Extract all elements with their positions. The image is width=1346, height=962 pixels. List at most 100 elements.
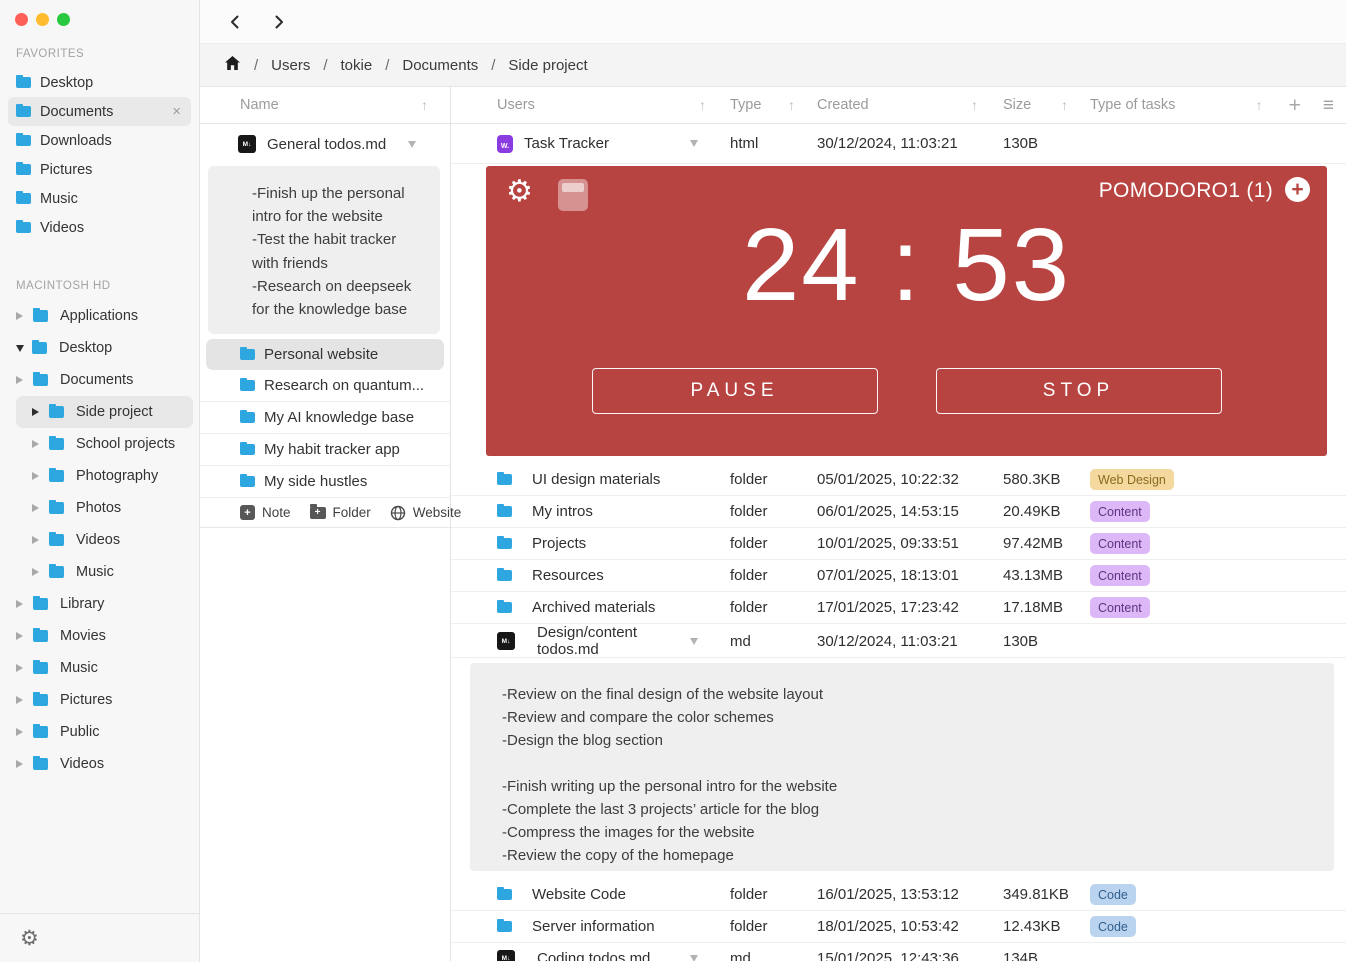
sidebar: FAVORITES Desktop Documents × Downloads … <box>0 0 200 962</box>
new-note-button[interactable]: + Note <box>240 505 291 520</box>
tree-item-public[interactable]: Public <box>0 716 199 748</box>
breadcrumb-item-tokie[interactable]: tokie <box>341 57 373 74</box>
minimize-window-button[interactable] <box>36 13 49 26</box>
tree-item-music-nested[interactable]: Music <box>0 556 199 588</box>
settings-gear-icon[interactable]: ⚙ <box>20 928 39 949</box>
pomodoro-add-button[interactable]: + <box>1285 177 1310 202</box>
row-name-label: My intros <box>532 503 593 520</box>
collapse-preview-icon[interactable] <box>690 140 698 147</box>
tree-item-label: Applications <box>60 308 138 324</box>
chevron-right-icon[interactable] <box>32 536 39 544</box>
table-row-my-intros[interactable]: My intros folder 06/01/2025, 14:53:15 20… <box>451 496 1346 528</box>
chevron-right-icon[interactable] <box>32 440 39 448</box>
table-row-resources[interactable]: Resources folder 07/01/2025, 18:13:01 43… <box>451 560 1346 592</box>
folder-icon <box>16 164 31 175</box>
folder-icon <box>33 662 48 674</box>
tree-item-pictures[interactable]: Pictures <box>0 684 199 716</box>
chevron-right-icon[interactable] <box>16 760 23 768</box>
chevron-right-icon[interactable] <box>16 696 23 704</box>
forward-button[interactable] <box>270 13 288 31</box>
list-item-my-ai-knowledge-base[interactable]: My AI knowledge base <box>200 402 450 434</box>
sort-ascending-icon[interactable]: ↑ <box>421 97 428 113</box>
table-row-website-code[interactable]: Website Code folder 16/01/2025, 13:53:12… <box>451 879 1346 911</box>
row-created: 06/01/2025, 14:53:15 <box>817 503 1003 520</box>
chevron-right-icon[interactable] <box>16 376 23 384</box>
chevron-right-icon[interactable] <box>16 728 23 736</box>
collapse-preview-icon[interactable] <box>690 638 698 645</box>
table-row-projects[interactable]: Projects folder 10/01/2025, 09:33:51 97.… <box>451 528 1346 560</box>
tree-item-movies[interactable]: Movies <box>0 620 199 652</box>
chevron-right-icon[interactable] <box>16 312 23 320</box>
tree-item-documents[interactable]: Documents <box>0 364 199 396</box>
sidebar-item-downloads[interactable]: Downloads <box>0 126 199 155</box>
close-window-button[interactable] <box>15 13 28 26</box>
table-row-coding-todos[interactable]: M↓ Coding todos.md md 15/01/2025, 12:43:… <box>451 943 1346 961</box>
chevron-right-icon[interactable] <box>16 664 23 672</box>
stop-button[interactable]: STOP <box>936 368 1222 414</box>
sidebar-item-music[interactable]: Music <box>0 184 199 213</box>
chevron-right-icon[interactable] <box>16 600 23 608</box>
list-item-my-habit-tracker-app[interactable]: My habit tracker app <box>200 434 450 466</box>
tree-item-desktop[interactable]: Desktop <box>0 332 199 364</box>
sort-ascending-icon[interactable]: ↑ <box>699 97 706 113</box>
collapse-preview-icon[interactable] <box>690 955 698 961</box>
sort-ascending-icon[interactable]: ↑ <box>788 97 795 113</box>
sort-ascending-icon[interactable]: ↑ <box>1061 97 1068 113</box>
back-button[interactable] <box>226 13 244 31</box>
sort-ascending-icon[interactable]: ↑ <box>1256 97 1263 113</box>
folder-icon <box>497 570 512 581</box>
row-type: folder <box>730 886 817 903</box>
chevron-down-icon[interactable] <box>16 345 24 352</box>
table-row-ui-design-materials[interactable]: UI design materials folder 05/01/2025, 1… <box>451 464 1346 496</box>
column-header-size[interactable]: Size ↑ <box>1003 97 1090 113</box>
sidebar-item-desktop[interactable]: Desktop <box>0 68 199 97</box>
home-icon[interactable] <box>224 55 241 75</box>
new-folder-button[interactable]: + Folder <box>310 505 371 520</box>
tree-item-videos-nested[interactable]: Videos <box>0 524 199 556</box>
sidebar-item-pictures[interactable]: Pictures <box>0 155 199 184</box>
sort-ascending-icon[interactable]: ↑ <box>971 97 978 113</box>
row-created: 17/01/2025, 17:23:42 <box>817 599 1003 616</box>
tree-item-side-project[interactable]: Side project <box>16 396 193 428</box>
tree-item-videos[interactable]: Videos <box>0 748 199 780</box>
table-row-design-content-todos[interactable]: M↓ Design/content todos.md md 30/12/2024… <box>451 624 1346 658</box>
chevron-right-icon[interactable] <box>32 408 39 416</box>
name-column-header[interactable]: Name ↑ <box>200 87 450 124</box>
table-row-task-tracker[interactable]: W. Task Tracker html 30/12/2024, 11:03:2… <box>451 124 1346 164</box>
breadcrumb-item-users[interactable]: Users <box>271 57 310 74</box>
sidebar-item-documents[interactable]: Documents × <box>8 97 191 126</box>
list-item-my-side-hustles[interactable]: My side hustles <box>200 466 450 498</box>
chevron-right-icon[interactable] <box>16 632 23 640</box>
zoom-window-button[interactable] <box>57 13 70 26</box>
add-column-icon[interactable]: + <box>1289 95 1301 116</box>
breadcrumb-item-side-project[interactable]: Side project <box>508 57 587 74</box>
tree-item-music[interactable]: Music <box>0 652 199 684</box>
chevron-right-icon[interactable] <box>32 568 39 576</box>
list-item-research-on-quantum[interactable]: Research on quantum... <box>200 370 450 402</box>
chevron-right-icon[interactable] <box>32 504 39 512</box>
column-header-users[interactable]: Users ↑ <box>497 97 730 113</box>
collapse-preview-icon[interactable] <box>408 141 416 148</box>
column-header-created[interactable]: Created ↑ <box>817 97 1003 113</box>
close-icon[interactable]: × <box>172 103 181 120</box>
sidebar-item-videos[interactable]: Videos <box>0 213 199 242</box>
pause-button[interactable]: PAUSE <box>592 368 878 414</box>
list-item-personal-website[interactable]: Personal website <box>206 339 444 370</box>
tree-item-library[interactable]: Library <box>0 588 199 620</box>
tree-item-school-projects[interactable]: School projects <box>0 428 199 460</box>
list-item-general-todos[interactable]: M↓ General todos.md <box>200 124 450 164</box>
tree-item-photos[interactable]: Photos <box>0 492 199 524</box>
breadcrumb-item-documents[interactable]: Documents <box>402 57 478 74</box>
tree-item-applications[interactable]: Applications <box>0 300 199 332</box>
column-header-type[interactable]: Type ↑ <box>730 97 817 113</box>
chevron-right-icon[interactable] <box>32 472 39 480</box>
row-size: 17.18MB <box>1003 599 1090 616</box>
breadcrumb-separator: / <box>254 57 258 74</box>
tree-item-photography[interactable]: Photography <box>0 460 199 492</box>
column-header-type-of-tasks[interactable]: Type of tasks ↑ + ≡ <box>1090 95 1346 116</box>
task-type-badge: Code <box>1090 884 1136 905</box>
table-row-archived-materials[interactable]: Archived materials folder 17/01/2025, 17… <box>451 592 1346 624</box>
pomodoro-settings-gear-icon[interactable]: ⚙ <box>506 177 533 207</box>
list-view-icon[interactable]: ≡ <box>1323 96 1334 115</box>
table-row-server-information[interactable]: Server information folder 18/01/2025, 10… <box>451 911 1346 943</box>
